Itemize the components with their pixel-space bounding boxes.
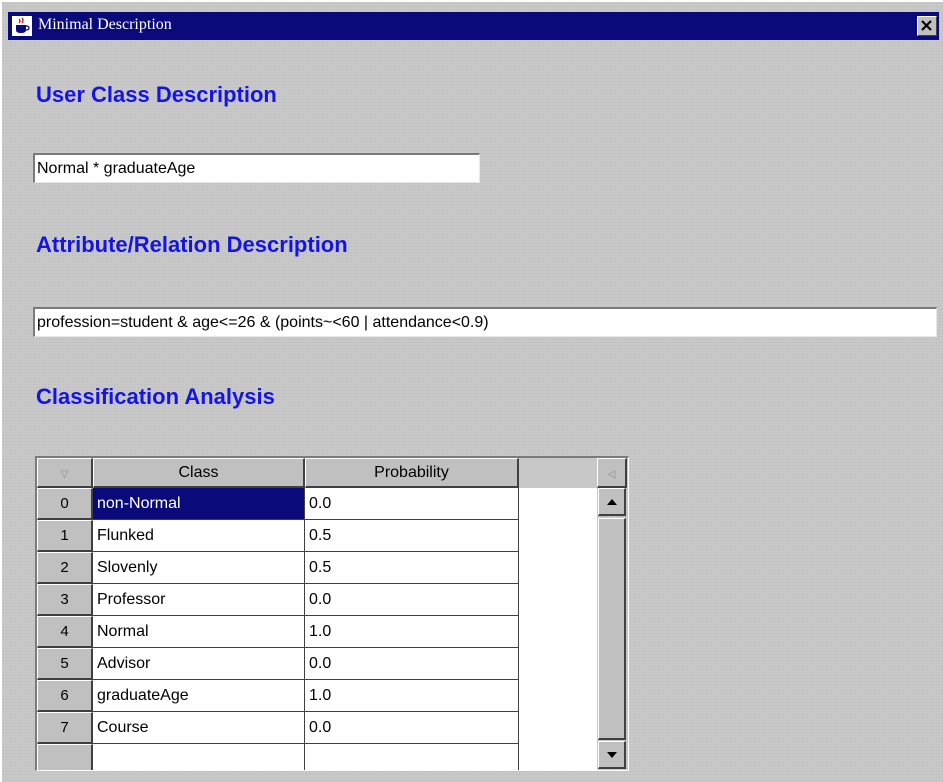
user-class-field[interactable]: Normal * graduateAge [33,153,480,183]
probability-cell[interactable] [305,744,519,770]
window-title: Minimal Description [38,16,172,33]
arrow-up-icon [607,499,617,505]
arrow-down-icon [607,752,617,758]
row-number: 2 [37,552,93,584]
table-row[interactable]: 7 Course 0.0 [37,712,519,744]
sort-triangle-icon: ▽ [60,469,69,480]
row-number: 0 [37,488,93,520]
column-header-class[interactable]: Class [93,458,305,488]
attribute-relation-heading: Attribute/Relation Description [36,232,348,257]
class-cell[interactable]: Normal [93,616,305,648]
scroll-up-button[interactable] [598,488,626,516]
probability-cell[interactable]: 0.0 [305,712,519,744]
probability-cell[interactable]: 0.0 [305,488,519,520]
title-bar[interactable]: Minimal Description [8,12,939,40]
row-number: 5 [37,648,93,680]
vertical-scrollbar[interactable] [597,488,627,770]
close-button[interactable] [917,16,937,36]
probability-cell[interactable]: 1.0 [305,616,519,648]
column-header-probability[interactable]: Probability [305,458,519,488]
scroll-thumb[interactable] [598,518,626,740]
probability-cell[interactable]: 0.5 [305,520,519,552]
corner-triangle-icon: ◁ [607,469,616,480]
classification-heading: Classification Analysis [36,384,275,409]
row-number: 6 [37,680,93,712]
attribute-relation-field[interactable]: profession=student & age<=26 & (points~<… [33,307,937,337]
class-cell[interactable]: Flunked [93,520,305,552]
table-header: ▽ Class Probability ◁ [37,458,628,488]
probability-cell[interactable]: 0.0 [305,648,519,680]
close-x-icon [921,20,932,31]
table-body: 0 non-Normal 0.0 1 Flunked 0.5 2 Slovenl… [37,488,597,770]
minimal-description-window: Minimal Description User Class Descripti… [0,0,943,782]
probability-cell[interactable]: 0.0 [305,584,519,616]
class-cell[interactable]: Course [93,712,305,744]
row-number [37,744,93,770]
table-row[interactable]: 1 Flunked 0.5 [37,520,519,552]
table-row[interactable]: 0 non-Normal 0.0 [37,488,519,520]
table-row[interactable]: 5 Advisor 0.0 [37,648,519,680]
class-cell[interactable] [93,744,305,770]
row-number: 1 [37,520,93,552]
class-cell[interactable]: Professor [93,584,305,616]
probability-cell[interactable]: 1.0 [305,680,519,712]
header-filler [519,458,597,488]
user-class-heading: User Class Description [36,82,277,107]
class-cell[interactable]: Advisor [93,648,305,680]
table-row[interactable]: 2 Slovenly 0.5 [37,552,519,584]
row-number: 3 [37,584,93,616]
class-cell[interactable]: non-Normal [93,488,305,520]
scroll-corner: ◁ [597,458,627,488]
row-number: 7 [37,712,93,744]
table-row[interactable]: 6 graduateAge 1.0 [37,680,519,712]
class-cell[interactable]: Slovenly [93,552,305,584]
table-row-partial[interactable] [37,744,519,770]
probability-cell[interactable]: 0.5 [305,552,519,584]
class-cell[interactable]: graduateAge [93,680,305,712]
classification-table: ▽ Class Probability ◁ 0 non-Normal 0.0 1… [35,456,629,771]
scroll-down-button[interactable] [598,741,626,769]
row-header-corner[interactable]: ▽ [37,458,93,488]
table-row[interactable]: 4 Normal 1.0 [37,616,519,648]
java-cup-icon [12,16,32,36]
row-number: 4 [37,616,93,648]
table-row[interactable]: 3 Professor 0.0 [37,584,519,616]
